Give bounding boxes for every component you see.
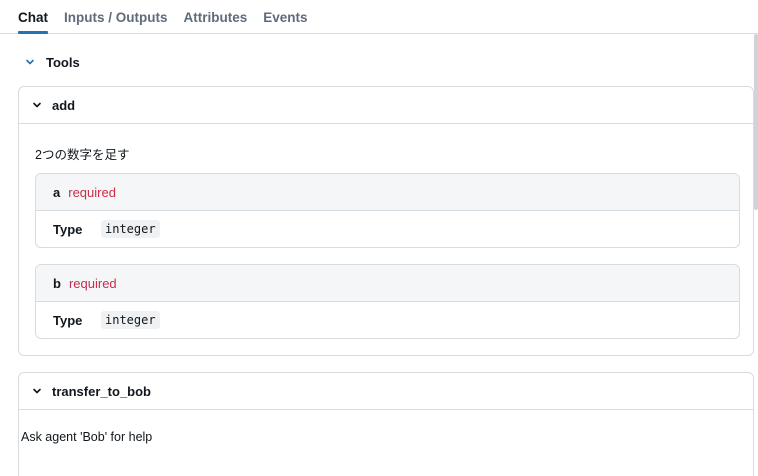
required-badge: required [68,184,116,200]
tab-bar: Chat Inputs / Outputs Attributes Events [0,0,758,34]
tools-section-toggle[interactable]: Tools [24,54,80,70]
tool-header-transfer-to-bob[interactable]: transfer_to_bob [19,373,753,410]
tab-inputs-outputs[interactable]: Inputs / Outputs [64,10,168,33]
chevron-down-icon [31,99,43,111]
section-title: Tools [46,54,80,70]
tool-name: transfer_to_bob [52,383,151,399]
required-badge: required [68,275,117,291]
chevron-down-icon [31,385,43,397]
tab-attributes[interactable]: Attributes [184,10,248,33]
tool-header-add[interactable]: add [19,87,753,124]
parameter-type-row: Type integer [36,211,739,247]
type-value: integer [101,311,160,329]
tool-description: 2つの数字を足す [35,148,130,162]
tab-chat[interactable]: Chat [18,10,48,34]
parameter-type-row: Type integer [36,302,739,338]
parameter-header: a required [36,174,739,211]
tool-card-transfer-to-bob: transfer_to_bob [18,372,754,476]
parameter-b: b required Type integer [35,264,740,339]
parameter-a: a required Type integer [35,173,740,248]
tab-events[interactable]: Events [263,10,307,33]
tools-panel: Tools add 2つの数字を足す a required Type integ… [0,34,755,476]
tool-description: Ask agent 'Bob' for help [21,430,153,444]
type-value: integer [101,220,160,238]
parameter-name: b [53,275,61,291]
parameter-name: a [53,184,61,200]
chevron-down-icon [24,56,36,68]
type-label: Type [53,221,83,237]
type-label: Type [53,312,83,328]
tool-name: add [52,97,76,113]
parameter-header: b required [36,265,739,302]
